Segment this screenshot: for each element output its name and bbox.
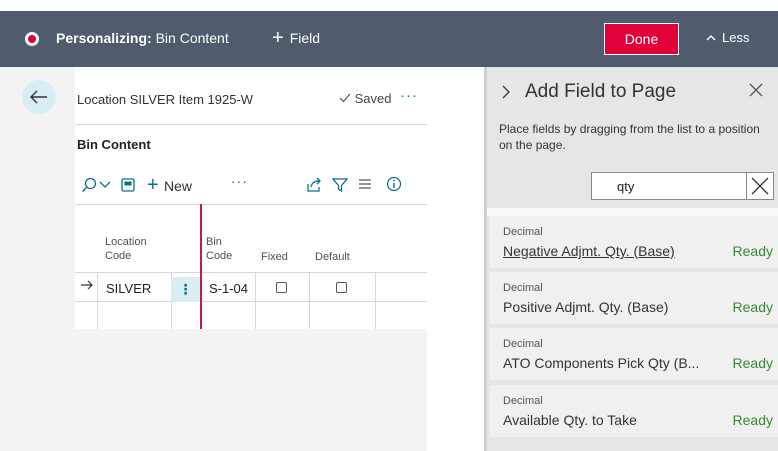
grid-top-border: [75, 204, 427, 205]
field-list-item[interactable]: Decimal Negative Adjmt. Qty. (Base) Read…: [490, 216, 778, 268]
pane-hint: Place fields by dragging from the list t…: [499, 122, 760, 152]
column-divider: [309, 272, 310, 329]
mode-label: Personalizing:: [56, 30, 152, 46]
add-field-button[interactable]: + Field: [272, 28, 320, 48]
check-icon: [339, 93, 351, 103]
field-type: Decimal: [503, 226, 543, 238]
personalizing-title: Personalizing: Bin Content: [56, 30, 229, 46]
personalization-bar: Personalizing: Bin Content + Field Done L…: [0, 11, 778, 67]
field-status: Ready: [732, 355, 773, 371]
add-field-pane: Add Field to Page Place fields by draggi…: [487, 67, 778, 451]
close-icon[interactable]: [749, 81, 763, 102]
column-header-bin-code[interactable]: Bin Code: [206, 235, 242, 263]
field-list-item[interactable]: Decimal Available Qty. to Take Ready: [490, 385, 778, 437]
page-caption: Location SILVER Item 1925-W: [77, 92, 254, 107]
plus-icon: +: [272, 27, 284, 49]
done-button[interactable]: Done: [604, 23, 679, 55]
fixed-checkbox[interactable]: [276, 282, 287, 293]
column-divider: [97, 272, 98, 329]
column-header-default[interactable]: Default: [315, 250, 350, 264]
toolbar-more-icon[interactable]: ···: [231, 173, 248, 189]
chevron-down-icon[interactable]: [99, 179, 111, 189]
saved-status: Saved: [339, 91, 392, 106]
list-toolbar: + New ···: [75, 173, 427, 199]
field-name[interactable]: Available Qty. to Take: [503, 412, 637, 428]
search-icon[interactable]: [81, 177, 97, 193]
field-type: Decimal: [503, 395, 543, 407]
less-label: Less: [722, 30, 750, 45]
arrow-left-icon: [30, 90, 47, 104]
current-row-arrow-icon: [80, 279, 94, 294]
saved-label: Saved: [354, 91, 392, 106]
field-list-item[interactable]: Decimal Positive Adjmt. Qty. (Base) Read…: [490, 272, 778, 324]
cell-bin-code[interactable]: S-1-04: [209, 281, 248, 296]
new-plus-icon[interactable]: +: [147, 175, 159, 195]
column-divider: [255, 272, 256, 329]
field-status: Ready: [732, 243, 773, 259]
column-header-fixed[interactable]: Fixed: [261, 250, 288, 264]
clear-search-icon[interactable]: [746, 172, 774, 200]
info-icon[interactable]: [386, 176, 402, 192]
pane-separator: [487, 208, 778, 216]
row-actions-button[interactable]: ⋮: [171, 277, 200, 302]
share-icon[interactable]: [306, 177, 322, 193]
less-button[interactable]: Less: [706, 30, 749, 45]
field-status: Ready: [732, 299, 773, 315]
page-more-options-icon[interactable]: ···: [400, 87, 418, 104]
field-name[interactable]: Negative Adjmt. Qty. (Base): [503, 243, 675, 259]
new-button[interactable]: New: [164, 178, 192, 194]
list-view-icon[interactable]: [358, 178, 372, 190]
back-button[interactable]: [22, 80, 56, 114]
chevron-right-icon[interactable]: [501, 85, 511, 99]
grid-empty-area: [75, 329, 427, 451]
page-backdrop: [0, 67, 75, 451]
column-divider: [375, 272, 376, 329]
chevron-up-icon: [706, 34, 716, 40]
default-checkbox[interactable]: [336, 282, 347, 293]
section-title: Bin Content: [77, 137, 151, 152]
pane-header: Add Field to Page: [501, 81, 676, 103]
filter-icon[interactable]: [332, 177, 348, 193]
field-status: Ready: [732, 412, 773, 428]
field-type: Decimal: [503, 338, 543, 350]
page-card: Location SILVER Item 1925-W Saved ··· Bi…: [75, 67, 427, 451]
column-header-location-code[interactable]: Location Code: [105, 235, 165, 263]
field-list-item[interactable]: Decimal ATO Components Pick Qty (B... Re…: [490, 328, 778, 380]
cell-location-code[interactable]: SILVER: [106, 281, 151, 296]
page-name: Bin Content: [155, 30, 229, 46]
field-insert-indicator: [200, 204, 202, 329]
field-name[interactable]: ATO Components Pick Qty (B...: [503, 355, 699, 371]
layout-view-icon[interactable]: [120, 177, 136, 193]
field-name[interactable]: Positive Adjmt. Qty. (Base): [503, 299, 668, 315]
header-divider: [75, 124, 427, 125]
field-type: Decimal: [503, 282, 543, 294]
add-field-label: Field: [289, 30, 321, 46]
pane-title: Add Field to Page: [525, 81, 677, 102]
record-indicator-icon: [25, 32, 39, 46]
